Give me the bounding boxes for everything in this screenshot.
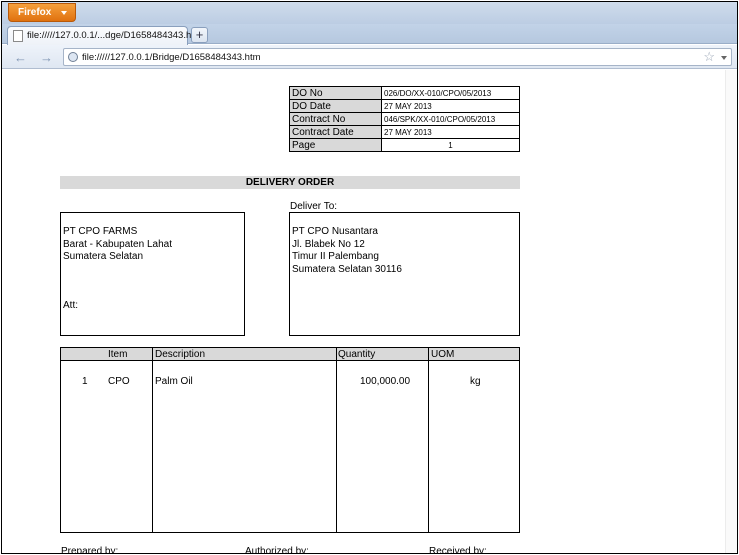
- row-quantity: 100,000.00: [360, 376, 411, 387]
- site-identity-icon[interactable]: [68, 52, 78, 62]
- browser-window: Firefox file://///127.0.0.1/...dge/D1658…: [1, 1, 738, 554]
- row-description: Palm Oil: [155, 376, 193, 387]
- bookmark-star-icon[interactable]: ☆: [703, 49, 715, 65]
- deliver-to-label: Deliver To:: [290, 201, 338, 212]
- row-uom: kg: [470, 376, 481, 387]
- recipient-line: Timur II Palembang: [292, 251, 379, 262]
- meta-value: 026/DO/XX-010/CPO/05/2013: [381, 86, 520, 100]
- sender-line: Sumatera Selatan: [63, 251, 144, 262]
- meta-label: Page: [289, 138, 382, 152]
- document-title: DELIVERY ORDER: [60, 176, 520, 189]
- meta-row: Contract No 046/SPK/XX-010/CPO/05/2013: [289, 112, 520, 126]
- column-divider: [428, 348, 429, 532]
- items-table: Item Description Quantity UOM 1 CPO Palm…: [60, 347, 520, 533]
- document-meta-table: DO No 026/DO/XX-010/CPO/05/2013 DO Date …: [289, 86, 520, 152]
- tab-label: file://///127.0.0.1/...dge/D1658484343.h…: [27, 30, 202, 41]
- recipient-line: PT CPO Nusantara: [292, 226, 378, 237]
- recipient-address-box: PT CPO Nusantara Jl. Blabek No 12 Timur …: [289, 212, 520, 336]
- sender-address-box: PT CPO FARMS Barat - Kabupaten Lahat Sum…: [60, 212, 245, 336]
- tab-current-document[interactable]: file://///127.0.0.1/...dge/D1658484343.h…: [7, 26, 202, 45]
- tab-strip: file://///127.0.0.1/...dge/D1658484343.h…: [2, 24, 737, 45]
- address-bar[interactable]: file://///127.0.0.1/Bridge/D1658484343.h…: [63, 48, 732, 66]
- firefox-menu-button[interactable]: Firefox: [8, 3, 76, 22]
- sender-line: Barat - Kabupaten Lahat: [63, 238, 172, 250]
- items-table-header: Item Description Quantity UOM: [61, 348, 519, 361]
- forward-arrow-icon[interactable]: →: [40, 50, 53, 65]
- attention-label: Att:: [63, 300, 79, 311]
- meta-value: 046/SPK/XX-010/CPO/05/2013: [381, 112, 520, 126]
- meta-value: 1: [381, 138, 520, 152]
- header-uom: UOM: [431, 349, 455, 360]
- meta-row: DO Date 27 MAY 2013: [289, 99, 520, 113]
- address-bar-url: file://///127.0.0.1/Bridge/D1658484343.h…: [82, 52, 261, 63]
- meta-row: DO No 026/DO/XX-010/CPO/05/2013: [289, 86, 520, 100]
- column-divider: [336, 348, 337, 532]
- firefox-menu-label: Firefox: [18, 7, 52, 18]
- new-tab-button[interactable]: +: [191, 27, 208, 43]
- prepared-by-label: Prepared by:: [61, 546, 119, 554]
- authorized-by-label: Authorized by:: [245, 546, 309, 554]
- meta-label: Contract No: [289, 112, 382, 126]
- column-divider: [152, 348, 153, 532]
- vertical-scrollbar[interactable]: [725, 70, 737, 553]
- meta-value: 27 MAY 2013: [381, 125, 520, 139]
- received-by-label: Received by:: [429, 546, 487, 554]
- meta-value: 27 MAY 2013: [381, 99, 520, 113]
- chevron-down-icon: [61, 11, 67, 15]
- row-item: CPO: [108, 376, 130, 387]
- row-number: 1: [82, 376, 88, 387]
- sender-line: PT CPO FARMS: [63, 226, 138, 237]
- meta-row: Page 1: [289, 138, 520, 152]
- title-bar: Firefox: [2, 2, 737, 24]
- meta-label: Contract Date: [289, 125, 382, 139]
- recipient-line: Jl. Blabek No 12: [292, 238, 365, 250]
- back-arrow-icon[interactable]: ←: [14, 50, 27, 65]
- meta-label: DO Date: [289, 99, 382, 113]
- recipient-line: Sumatera Selatan 30116: [292, 263, 402, 275]
- navigation-bar: ← → file://///127.0.0.1/Bridge/D16584843…: [2, 45, 737, 69]
- meta-row: Contract Date 27 MAY 2013: [289, 125, 520, 139]
- page-content: DO No 026/DO/XX-010/CPO/05/2013 DO Date …: [2, 70, 737, 554]
- header-item: Item: [108, 349, 128, 360]
- page-icon: [13, 30, 23, 42]
- meta-label: DO No: [289, 86, 382, 100]
- header-description: Description: [155, 349, 206, 360]
- header-quantity: Quantity: [338, 349, 376, 360]
- history-dropdown-icon[interactable]: [721, 56, 727, 60]
